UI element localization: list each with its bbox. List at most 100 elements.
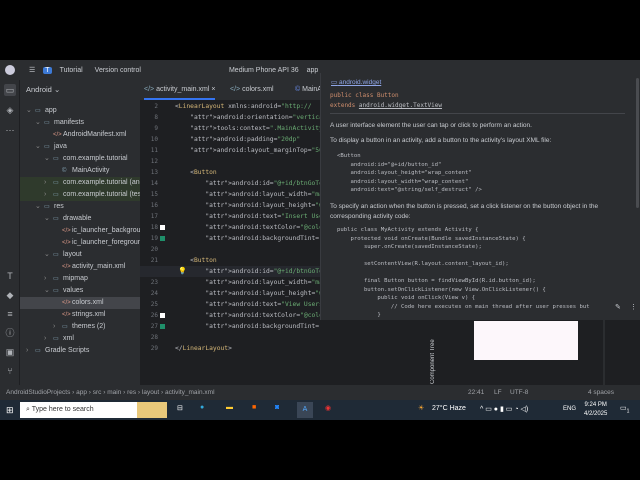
logcat-icon[interactable]: ≡ (4, 308, 16, 320)
tree-item[interactable]: </> AndroidManifest.xml (20, 129, 140, 141)
notifications-icon[interactable]: ▭1 (620, 404, 629, 414)
chevron-down-icon[interactable]: ⌄ (44, 285, 50, 297)
superclass-link[interactable]: android.widget.TextView (359, 102, 442, 109)
tree-item[interactable]: ⌄ ▭ values (20, 285, 140, 297)
breadcrumb-item[interactable]: AndroidStudioProjects (6, 389, 70, 396)
android-studio-taskbar-icon[interactable]: A (297, 402, 313, 418)
tree-item[interactable]: </>ic_launcher_background.xml (20, 225, 140, 237)
chevron-right-icon[interactable]: › (44, 189, 46, 201)
code-line[interactable]: <LinearLayout xmlns:android="http:// (175, 103, 312, 110)
code-line[interactable]: "attr">android:text="View Users" (175, 301, 320, 308)
breadcrumb-item[interactable]: activity_main.xml (165, 389, 214, 396)
chevron-right-icon[interactable]: › (26, 345, 28, 357)
chevron-right-icon[interactable]: › (44, 273, 46, 285)
line-separator[interactable]: LF (494, 385, 502, 400)
code-line[interactable]: <Button (175, 257, 217, 264)
color-swatch-teal[interactable] (160, 236, 165, 241)
chevron-down-icon[interactable]: ⌄ (26, 105, 32, 117)
code-line[interactable]: "attr">android:textColor="@color/wh (175, 312, 320, 319)
chevron-right-icon[interactable]: › (44, 333, 46, 345)
build-hammer-icon[interactable]: T (4, 270, 16, 282)
tree-item[interactable]: ⌄ ▭ com.example.tutorial (20, 153, 140, 165)
tree-item[interactable]: › ▭ com.example.tutorial (androidTest) (20, 177, 140, 189)
color-swatch-white[interactable] (160, 313, 165, 318)
breadcrumb-item[interactable]: app (76, 389, 87, 396)
task-view-icon[interactable]: ⊟ (177, 404, 183, 412)
problems-icon[interactable]: ⓘ (4, 327, 16, 339)
project-folder-icon[interactable]: ▭ (4, 84, 16, 96)
chevron-down-icon[interactable]: ⌄ (35, 201, 41, 213)
code-line[interactable]: <Button (175, 169, 217, 176)
clock[interactable]: 9:24 PM 4/2/2025 (584, 401, 607, 419)
tab-colors[interactable]: </> colors.xml (230, 80, 274, 100)
input-language[interactable]: ENG (563, 406, 576, 412)
color-swatch-teal[interactable] (160, 324, 165, 329)
tree-item[interactable]: © MainActivity (20, 165, 140, 177)
file-explorer-icon[interactable]: ▬ (226, 404, 233, 411)
terminal-icon[interactable]: ▣ (4, 346, 16, 358)
code-line[interactable]: "attr">android:layout_height="wrap_ (175, 202, 320, 209)
device-selector[interactable]: Medium Phone API 36 (229, 67, 299, 74)
code-line[interactable]: "attr">tools:context=".MainActivity" (175, 125, 320, 132)
chevron-down-icon[interactable]: ⌄ (35, 117, 41, 129)
edge-icon[interactable]: ● (200, 404, 204, 411)
tree-item[interactable]: › ▭ xml (20, 333, 140, 345)
breadcrumb-item[interactable]: res (127, 389, 136, 396)
chevron-right-icon[interactable]: › (53, 321, 55, 333)
code-line[interactable]: "attr">android:orientation="vertical" (175, 114, 320, 121)
code-line[interactable]: "attr">android:layout_marginTop="50dp"> (175, 147, 320, 154)
code-line[interactable]: "attr">android:layout_width="match_ (175, 279, 320, 286)
color-swatch-white[interactable] (160, 225, 165, 230)
resource-manager-icon[interactable]: ◈ (4, 104, 16, 116)
tree-item[interactable]: ⌄ ▭ res (20, 201, 140, 213)
component-tree-tab[interactable]: Component Tree (430, 324, 440, 384)
android-studio-logo-icon[interactable] (5, 65, 15, 75)
tree-item[interactable]: ⌄ ▭ java (20, 141, 140, 153)
vcs-menu[interactable]: Version control (95, 67, 141, 74)
gem-icon[interactable]: ◆ (4, 289, 16, 301)
recorder-icon[interactable]: ◉ (325, 404, 331, 412)
tree-item[interactable]: ⌄ ▭ layout (20, 249, 140, 261)
layout-preview-canvas[interactable] (474, 321, 578, 360)
code-line[interactable]: "attr">android:layout_height="wrap_ (175, 290, 320, 297)
code-line[interactable]: "attr">android:backgroundTint="@color/Te… (175, 323, 320, 330)
main-menu-icon[interactable]: ☰ (29, 66, 35, 74)
tree-item[interactable]: </>ic_launcher_foreground.xml (20, 237, 140, 249)
store-icon[interactable]: ■ (252, 404, 256, 411)
close-tab-icon[interactable]: × (211, 86, 215, 93)
tab-activity-main[interactable]: </> activity_main.xml × (144, 80, 216, 100)
code-line[interactable]: </LinearLayout> (175, 345, 232, 352)
chevron-down-icon[interactable]: ⌄ (44, 249, 50, 261)
breadcrumb-item[interactable]: layout (142, 389, 159, 396)
outlook-icon[interactable]: ◙ (275, 404, 279, 411)
caret-position[interactable]: 22:41 (468, 385, 484, 400)
code-line[interactable]: "attr">android:id="@+id/btnGoToDisp (175, 268, 320, 275)
git-icon[interactable]: ⑂ (4, 365, 16, 377)
code-line[interactable]: "attr">android:layout_width="match_ (175, 191, 320, 198)
tree-item[interactable]: ⌄ ▭ manifests (20, 117, 140, 129)
more-options-icon[interactable]: ⋮ (630, 303, 637, 311)
tree-item[interactable]: ⌄ ▭ app (20, 105, 140, 117)
code-line[interactable]: "attr">android:id="@+id/btnGoToInse (175, 180, 320, 187)
system-tray-icons[interactable]: ^ ▭ ● ▮ ▭ ◔ ◁) (480, 405, 528, 413)
code-editor[interactable]: 2 <LinearLayout xmlns:android="http:// 8 "… (140, 80, 320, 385)
code-line[interactable]: "attr">android:padding="20dp" (175, 136, 300, 143)
more-icon[interactable]: ⋯ (4, 124, 16, 136)
tree-item[interactable]: </> colors.xml (20, 297, 140, 309)
run-config-selector[interactable]: app (307, 67, 319, 74)
breadcrumb-item[interactable]: src (93, 389, 102, 396)
tree-item[interactable]: › ▭ mipmap (20, 273, 140, 285)
project-view-selector[interactable]: Android ⌄ (26, 84, 140, 96)
tree-item[interactable]: › ▭ com.example.tutorial (test) (20, 189, 140, 201)
windows-start-icon[interactable]: ⊞ (6, 405, 14, 416)
chevron-down-icon[interactable]: ⌄ (44, 153, 50, 165)
tree-item[interactable]: </> activity_main.xml (20, 261, 140, 273)
taskbar-search[interactable]: ⌕ Type here to search (20, 402, 137, 418)
code-line[interactable]: "attr">android:textColor="@color/wh (175, 224, 320, 231)
doc-scrollbar[interactable] (636, 78, 639, 208)
tree-item[interactable]: › ▭ Gradle Scripts (20, 345, 140, 357)
chevron-down-icon[interactable]: ⌄ (35, 141, 41, 153)
tree-item[interactable]: › ▭ themes (2) (20, 321, 140, 333)
chevron-down-icon[interactable]: ⌄ (44, 213, 50, 225)
encoding[interactable]: UTF-8 (510, 385, 528, 400)
